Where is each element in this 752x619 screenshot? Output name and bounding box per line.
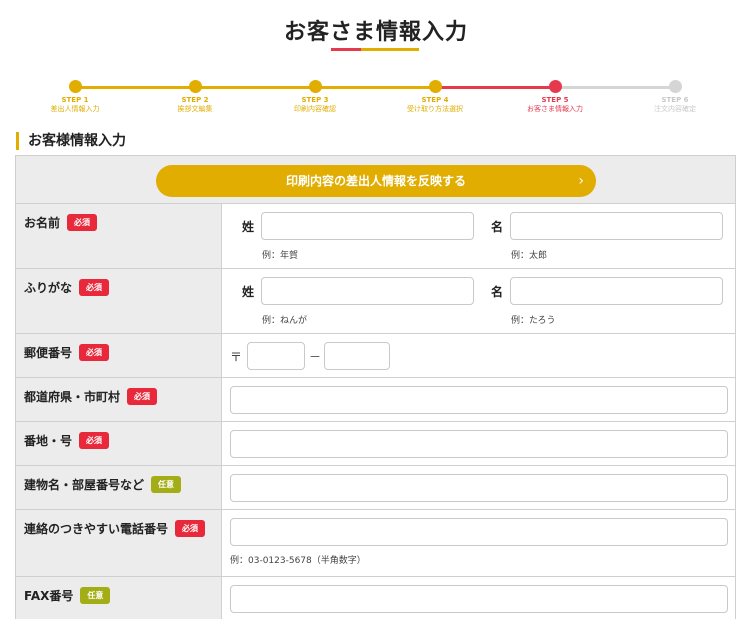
name-label: お名前: [24, 216, 61, 230]
postal-label: 郵便番号: [24, 346, 73, 360]
page-title: お客さま情報入力: [283, 20, 468, 45]
kana-row: ふりがな 必須 姓 例：ねんが 名 例：たろう: [16, 269, 735, 334]
step-3: STEP 3 印刷内容確認: [255, 80, 375, 114]
reflect-sender-button[interactable]: 印刷内容の差出人情報を反映する ›: [156, 165, 596, 197]
first-name-label: 名: [491, 220, 504, 234]
step-dot: [188, 80, 202, 93]
address-row: 番地・号 必須: [16, 422, 735, 466]
address-label: 番地・号: [24, 434, 73, 448]
postal-row: 郵便番号 必須 〒 －: [16, 334, 735, 378]
first-name-example: 例：太郎: [511, 251, 548, 261]
optional-badge: 任意: [151, 476, 182, 493]
fax-label: FAX番号: [24, 589, 74, 603]
required-badge: 必須: [79, 344, 110, 361]
last-name-example: 例：年賀: [262, 251, 299, 261]
required-badge: 必須: [67, 214, 98, 231]
reflect-button-label: 印刷内容の差出人情報を反映する: [285, 174, 466, 188]
step-dot: [68, 80, 82, 93]
fax-row: FAX番号 任意: [16, 577, 735, 619]
last-kana-example: 例：ねんが: [262, 316, 308, 326]
phone-input[interactable]: [230, 518, 728, 546]
required-badge: 必須: [175, 520, 206, 537]
kana-label: ふりがな: [24, 281, 73, 295]
address-number-input[interactable]: [230, 430, 728, 458]
first-kana-input[interactable]: [510, 277, 723, 305]
building-input[interactable]: [230, 474, 728, 502]
title-underline: [331, 48, 419, 51]
optional-badge: 任意: [80, 587, 111, 604]
phone-row: 連絡のつきやすい電話番号 必須 例：03-0123-5678（半角数字）: [16, 510, 735, 577]
first-kana-label: 名: [491, 285, 504, 299]
last-name-input[interactable]: [261, 212, 474, 240]
building-row: 建物名・部屋番号など 任意: [16, 466, 735, 510]
postal-code-part2-input[interactable]: [324, 342, 390, 370]
step-4: STEP 4 受け取り方法選択: [375, 80, 495, 114]
required-badge: 必須: [79, 279, 110, 296]
step-dot: [548, 80, 562, 93]
first-name-input[interactable]: [510, 212, 723, 240]
step-5: STEP 5 お客さま情報入力: [495, 80, 615, 114]
prefecture-city-input[interactable]: [230, 386, 728, 414]
step-1: STEP 1 差出人情報入力: [15, 80, 135, 114]
chevron-right-icon: ›: [578, 173, 584, 189]
building-label: 建物名・部屋番号など: [24, 478, 145, 492]
postal-dash: －: [309, 350, 322, 364]
prefecture-row: 都道府県・市町村 必須: [16, 378, 735, 422]
step-6: STEP 6 注文内容確定: [615, 80, 735, 114]
step-dot: [668, 80, 682, 93]
prefecture-label: 都道府県・市町村: [24, 390, 121, 404]
first-kana-example: 例：たろう: [511, 316, 556, 326]
postal-mark-icon: 〒: [230, 350, 243, 364]
step-dot: [428, 80, 442, 93]
step-2: STEP 2 挨拶文編集: [135, 80, 255, 114]
name-row: お名前 必須 姓 例：年賀 名 例：太郎: [16, 204, 735, 269]
customer-form: 印刷内容の差出人情報を反映する › お名前 必須 姓 例：年賀 名 例：太郎 ふり…: [15, 155, 736, 619]
postal-code-part1-input[interactable]: [247, 342, 305, 370]
fax-input[interactable]: [230, 585, 728, 613]
section-heading: お客様情報入力: [16, 132, 126, 150]
step-dot: [308, 80, 322, 93]
reflect-row: 印刷内容の差出人情報を反映する ›: [16, 156, 735, 204]
last-kana-label: 姓: [242, 285, 255, 299]
required-badge: 必須: [127, 388, 158, 405]
last-kana-input[interactable]: [261, 277, 474, 305]
phone-example: 例：03-0123-5678（半角数字）: [230, 556, 366, 566]
required-badge: 必須: [79, 432, 110, 449]
phone-label: 連絡のつきやすい電話番号: [24, 522, 169, 536]
last-name-label: 姓: [242, 220, 255, 234]
